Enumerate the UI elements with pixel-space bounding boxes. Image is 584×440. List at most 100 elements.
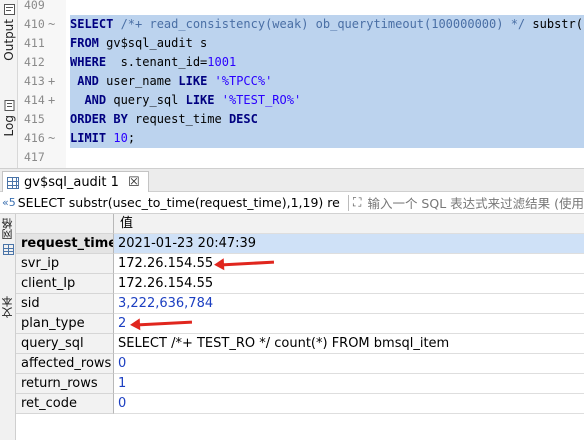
- view-text-label: 文本: [1, 296, 14, 318]
- code-token: LIKE: [178, 74, 215, 88]
- divider: [348, 194, 350, 211]
- column-name-cell[interactable]: svr_ip: [16, 254, 114, 274]
- code-text: AND query_sql LIKE '%TEST_RO%': [70, 91, 584, 110]
- code-token: AND: [84, 93, 114, 107]
- fold-marker-icon[interactable]: ~: [48, 15, 55, 34]
- editor-line[interactable]: 416 ~ LIMIT 10;: [18, 129, 584, 148]
- view-mode-strip: 网格 文本: [0, 214, 16, 440]
- record-row[interactable]: plan_type 2: [16, 314, 584, 334]
- code-token: 10: [113, 131, 128, 145]
- line-number: 417: [24, 150, 45, 164]
- code-token: user_name: [106, 74, 179, 88]
- view-text-toggle[interactable]: 文本: [1, 296, 15, 318]
- editor-line[interactable]: 409: [18, 0, 584, 15]
- editor-line[interactable]: 412 WHERE s.tenant_id=1001: [18, 53, 584, 72]
- tab-gv-sql-audit-1[interactable]: gv$sql_audit 1 ☒: [2, 171, 149, 193]
- value-cell[interactable]: 1: [114, 374, 584, 394]
- code-token: FROM: [70, 36, 107, 50]
- result-tab-label: gv$sql_audit 1: [24, 175, 119, 190]
- column-name-cell[interactable]: return_rows: [16, 374, 114, 394]
- record-row[interactable]: client_Ip 172.26.154.55: [16, 274, 584, 294]
- column-name-cell[interactable]: request_time_: [16, 234, 114, 254]
- table-grid-icon: [7, 176, 19, 189]
- line-number: 410: [24, 17, 45, 31]
- code-token: s.tenant_id=: [113, 55, 208, 69]
- code-token: WHERE: [70, 55, 114, 69]
- code-token: ORDER BY: [70, 112, 136, 126]
- code-text: ORDER BY request_time DESC: [70, 110, 584, 129]
- value-cell[interactable]: 3,222,636,784: [114, 294, 584, 314]
- sql-arrow-icon: «5: [2, 196, 16, 209]
- code-token: ;: [127, 131, 136, 145]
- record-grid[interactable]: 值 request_time_ 2021-01-23 20:47:39 svr_ip…: [16, 214, 584, 440]
- code-text: WHERE s.tenant_id=1001: [70, 53, 584, 72]
- editor-line[interactable]: 413 + AND user_name LIKE '%TPCC%': [18, 72, 584, 91]
- grid-header-name: [16, 214, 114, 234]
- tab-output-label: Output: [2, 19, 16, 61]
- record-row[interactable]: return_rows 1: [16, 374, 584, 394]
- fold-marker-icon[interactable]: +: [48, 72, 55, 91]
- filter-input[interactable]: 输入一个 SQL 表达式来过滤结果 (使用: [367, 193, 584, 212]
- log-icon: [4, 100, 14, 111]
- code-token: AND: [77, 74, 107, 88]
- editor-line[interactable]: 411 FROM gv$sql_audit s: [18, 34, 584, 53]
- fold-marker-icon[interactable]: ~: [48, 129, 55, 148]
- code-text: SELECT /*+ read_consistency(weak) ob_que…: [70, 15, 584, 34]
- column-name-cell[interactable]: affected_rows: [16, 354, 114, 374]
- query-filter-bar: «5 SELECT substr(usec_to_time(request_ti…: [0, 192, 584, 214]
- line-number: 412: [24, 55, 45, 69]
- tab-output[interactable]: Output: [0, 4, 18, 61]
- code-token: LIMIT: [70, 131, 114, 145]
- column-name-cell[interactable]: ret_code: [16, 394, 114, 414]
- view-grid-toggle[interactable]: 网格: [1, 218, 15, 255]
- value-cell[interactable]: 0: [114, 354, 584, 374]
- record-row[interactable]: query_sql SELECT /*+ TEST_RO */ count(*) …: [16, 334, 584, 354]
- code-token: 1001: [207, 55, 237, 69]
- record-row[interactable]: request_time_ 2021-01-23 20:47:39: [16, 234, 584, 254]
- editor-line[interactable]: 417: [18, 148, 584, 167]
- value-cell[interactable]: 2021-01-23 20:47:39: [114, 234, 584, 254]
- line-number: 414: [24, 93, 45, 107]
- code-token: DESC: [228, 112, 258, 126]
- grid-header-row: 值: [16, 214, 584, 234]
- code-token: /*+ read_consistency(weak) ob_querytimeo…: [120, 17, 533, 31]
- result-tab-bar: gv$sql_audit 1 ☒: [0, 168, 584, 193]
- tab-log[interactable]: Log: [0, 100, 18, 136]
- code-token: substr(: [532, 17, 583, 31]
- code-token: request_time: [135, 112, 229, 126]
- code-token: LIKE: [185, 93, 222, 107]
- sql-editor[interactable]: 409 410 ~ SELECT /*+ read_consistency(weak)…: [18, 0, 584, 168]
- grid-header-value[interactable]: 值: [114, 214, 584, 234]
- column-name-cell[interactable]: client_Ip: [16, 274, 114, 294]
- editor-line[interactable]: 410 ~ SELECT /*+ read_consistency(weak) ob…: [18, 15, 584, 34]
- line-number: 415: [24, 112, 45, 126]
- record-row[interactable]: sid 3,222,636,784: [16, 294, 584, 314]
- value-cell[interactable]: SELECT /*+ TEST_RO */ count(*) FROM bmsq…: [114, 334, 584, 354]
- code-token: SELECT: [70, 17, 121, 31]
- close-tab-icon[interactable]: ☒: [128, 175, 140, 190]
- expand-icon[interactable]: ⛶: [353, 195, 361, 210]
- result-sql-text[interactable]: SELECT substr(usec_to_time(request_time)…: [18, 195, 344, 210]
- fold-marker-icon[interactable]: +: [48, 91, 55, 110]
- grid-icon: [2, 244, 14, 255]
- line-number: 409: [24, 0, 45, 12]
- value-cell[interactable]: 172.26.154.55: [114, 254, 584, 274]
- code-token: query_sql: [113, 93, 186, 107]
- value-cell[interactable]: 2: [114, 314, 584, 334]
- value-cell[interactable]: 172.26.154.55: [114, 274, 584, 294]
- column-name-cell[interactable]: sid: [16, 294, 114, 314]
- value-cell[interactable]: 0: [114, 394, 584, 414]
- editor-line[interactable]: 414 + AND query_sql LIKE '%TEST_RO%': [18, 91, 584, 110]
- column-name-cell[interactable]: plan_type: [16, 314, 114, 334]
- code-text: AND user_name LIKE '%TPCC%': [70, 72, 584, 91]
- tab-log-label: Log: [2, 115, 16, 137]
- view-grid-label: 网格: [1, 218, 14, 240]
- record-row[interactable]: ret_code 0: [16, 394, 584, 414]
- record-row[interactable]: affected_rows 0: [16, 354, 584, 374]
- column-name-cell[interactable]: query_sql: [16, 334, 114, 354]
- record-row[interactable]: svr_ip 172.26.154.55: [16, 254, 584, 274]
- side-panel-strip: Output Log: [0, 0, 18, 168]
- editor-line[interactable]: 415 ORDER BY request_time DESC: [18, 110, 584, 129]
